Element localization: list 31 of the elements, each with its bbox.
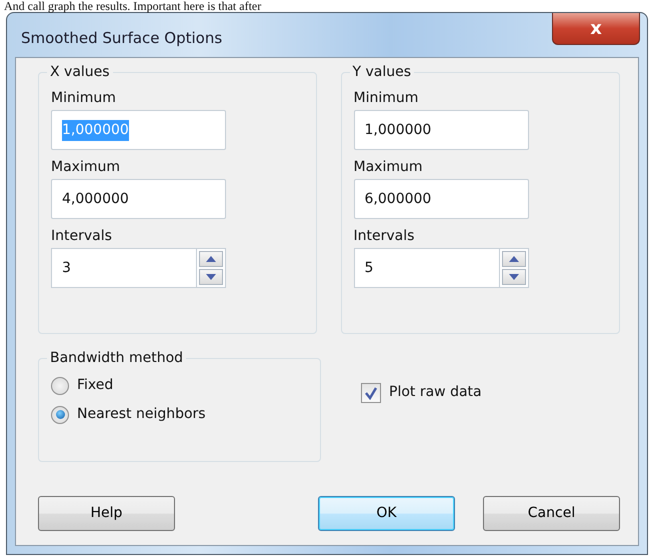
radio-label[interactable]: Nearest neighbors xyxy=(77,404,206,425)
close-button[interactable]: x xyxy=(552,13,640,45)
cancel-button[interactable]: Cancel xyxy=(483,496,620,531)
up-arrow-icon xyxy=(508,256,519,262)
help-button[interactable]: Help xyxy=(38,496,175,531)
radio-label[interactable]: Fixed xyxy=(77,375,114,396)
spin-down-button[interactable] xyxy=(199,269,223,285)
spin-down-button[interactable] xyxy=(502,269,526,285)
spin-field[interactable]: 3 xyxy=(51,248,196,288)
input-field[interactable]: 6,000000 xyxy=(354,179,529,219)
window-title: Smoothed Surface Options xyxy=(21,28,222,49)
field-label: Minimum xyxy=(51,89,117,107)
field-label: Maximum xyxy=(51,158,121,176)
down-arrow-icon xyxy=(508,274,519,280)
field-label: Minimum xyxy=(354,89,420,107)
radio-button[interactable] xyxy=(51,376,69,394)
input-field[interactable]: 4,000000 xyxy=(51,179,226,219)
spin-field[interactable]: 5 xyxy=(354,248,499,288)
checkbox-label[interactable]: Plot raw data xyxy=(389,382,482,403)
field-label: Intervals xyxy=(51,227,113,245)
document-text: And call graph the results. Important here is that after xyxy=(3,0,262,12)
field-label: Maximum xyxy=(354,158,424,176)
checkbox[interactable] xyxy=(361,382,381,402)
spin-up-button[interactable] xyxy=(199,251,223,267)
input-field[interactable]: 1,000000 xyxy=(354,110,529,150)
ok-button[interactable]: OK xyxy=(318,496,455,531)
spin-up-button[interactable] xyxy=(502,251,526,267)
up-arrow-icon xyxy=(206,256,216,262)
field-label: Intervals xyxy=(354,227,416,245)
down-arrow-icon xyxy=(206,274,216,280)
radio-button[interactable] xyxy=(51,406,69,424)
